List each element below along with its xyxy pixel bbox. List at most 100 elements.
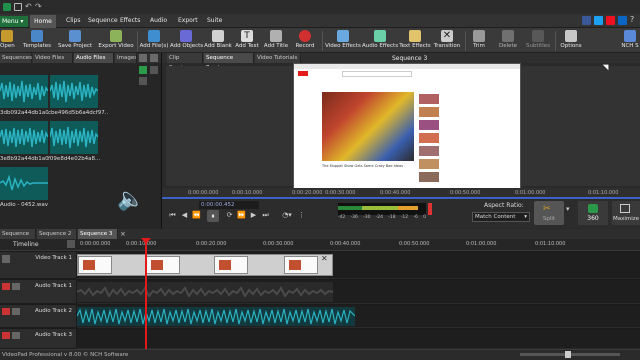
track-header[interactable]: Video Track 1 xyxy=(0,252,76,279)
add-text-button[interactable]: T Add Text xyxy=(234,29,260,53)
add-media-icon[interactable] xyxy=(139,66,147,74)
tab-sequence-1[interactable]: Sequence 1 xyxy=(0,229,36,247)
tab-suite[interactable]: Suite xyxy=(207,16,222,26)
tab-clip-preview[interactable]: Clip Preview xyxy=(167,53,203,71)
media-item-thumbnail[interactable] xyxy=(50,75,98,108)
undo-icon[interactable]: ↶ xyxy=(25,2,32,11)
export-video-button[interactable]: Export Video xyxy=(98,29,134,53)
seek-progress[interactable] xyxy=(162,197,640,199)
facebook-icon[interactable] xyxy=(582,16,591,25)
mute-icon[interactable] xyxy=(2,308,10,315)
save-project-button[interactable]: Save Project xyxy=(57,29,93,53)
clip-close-icon[interactable]: ✕ xyxy=(321,254,328,263)
pause-button[interactable]: ⏸ xyxy=(207,210,219,222)
add-title-button[interactable]: Add Title xyxy=(262,29,290,53)
tab-video-tutorials[interactable]: Video Tutorials xyxy=(255,53,301,63)
options-button[interactable]: Options xyxy=(558,29,584,53)
go-end-icon[interactable]: ⏭ xyxy=(261,211,270,220)
video-effects-button[interactable]: Video Effects xyxy=(325,29,361,53)
mute-icon[interactable] xyxy=(2,283,10,290)
close-tab-icon[interactable]: × xyxy=(120,230,126,238)
suggested-thumb xyxy=(419,133,439,143)
tab-sequence-preview[interactable]: Sequence Preview xyxy=(204,53,254,71)
step-forward-icon[interactable]: ▶ xyxy=(249,211,258,220)
tab-home[interactable]: Home xyxy=(30,15,56,28)
add-objects-button[interactable]: Add Objects xyxy=(170,29,203,53)
templates-button[interactable]: Templates xyxy=(22,29,52,53)
linkedin-icon[interactable] xyxy=(618,16,627,25)
video-title-text: The Muppet Show Gets Some Crazy Bad Idea… xyxy=(322,164,404,168)
media-item-label: cbe496d5b6a4dcf97... xyxy=(48,110,108,116)
view-grid-icon[interactable] xyxy=(139,77,147,85)
track-header[interactable]: Audio Track 2 xyxy=(0,305,76,328)
solo-icon[interactable] xyxy=(12,332,20,339)
subtitles-button[interactable]: Subtitles xyxy=(524,29,552,53)
nch-suite-button[interactable]: NCH S xyxy=(620,29,640,53)
transition-button[interactable]: ✕ Transition xyxy=(432,29,462,53)
twitter-icon[interactable] xyxy=(594,16,603,25)
audio-effects-button[interactable]: Audio Effects xyxy=(362,29,398,53)
tab-images[interactable]: Images xyxy=(115,53,137,63)
tab-audio-files[interactable]: Audio Files xyxy=(74,53,114,63)
audio-clip-waveform[interactable] xyxy=(77,282,333,302)
add-file-icon xyxy=(148,30,160,42)
save-quick-icon[interactable] xyxy=(14,3,22,11)
redo-icon[interactable]: ↷ xyxy=(35,2,42,11)
track-header[interactable]: Audio Track 1 xyxy=(0,280,76,304)
panel-close-icon[interactable] xyxy=(150,54,158,62)
suggested-thumb xyxy=(419,107,439,117)
tab-clips[interactable]: Clips xyxy=(66,16,80,26)
solo-icon[interactable] xyxy=(12,283,20,290)
media-item-thumbnail[interactable] xyxy=(50,121,98,154)
audio-clip-waveform[interactable] xyxy=(77,307,355,326)
fast-forward-icon[interactable]: ⏩ xyxy=(237,211,246,220)
mute-icon[interactable] xyxy=(2,332,10,339)
loop-icon[interactable]: ⟳ xyxy=(225,211,234,220)
more-icon[interactable]: ⋮ xyxy=(297,211,306,220)
view-list-icon[interactable] xyxy=(150,66,158,74)
aspect-ratio-select[interactable]: Match Content ▾ xyxy=(472,212,530,222)
zoom-slider-handle[interactable] xyxy=(565,351,571,358)
menu-dropdown[interactable]: Menu ▾ xyxy=(0,16,28,27)
tab-sequence-2[interactable]: Sequence 2 xyxy=(37,229,77,239)
media-item-thumbnail[interactable] xyxy=(0,75,48,108)
solo-icon[interactable] xyxy=(12,308,20,315)
seek-mark: 0:00:20.000 xyxy=(292,190,323,196)
tab-export[interactable]: Export xyxy=(178,16,198,26)
toolbar-divider xyxy=(322,31,323,51)
tab-sequences[interactable]: Sequences xyxy=(0,53,32,63)
clip-thumbnail xyxy=(284,256,318,274)
playhead[interactable] xyxy=(145,240,147,352)
tab-audio[interactable]: Audio xyxy=(150,16,167,26)
step-back-icon[interactable]: ◀ xyxy=(180,211,189,220)
youtube-icon[interactable] xyxy=(606,16,615,25)
media-item-thumbnail[interactable] xyxy=(0,121,48,154)
record-button[interactable]: Record xyxy=(292,29,318,53)
open-button[interactable]: Open xyxy=(0,29,15,53)
ruler-mark: 0:00:30.000 xyxy=(263,241,294,247)
panel-menu-icon[interactable] xyxy=(139,54,147,62)
add-blank-button[interactable]: Add Blank xyxy=(204,29,232,53)
rewind-icon[interactable]: ⏪ xyxy=(192,211,201,220)
eye-icon[interactable] xyxy=(2,255,10,263)
tab-video-files[interactable]: Video Files xyxy=(33,53,73,63)
clip-thumbnail xyxy=(214,256,248,274)
text-effects-button[interactable]: Text Effects xyxy=(399,29,431,53)
add-files-button[interactable]: Add File(s) xyxy=(139,29,169,53)
speaker-icon: 🔈 xyxy=(117,187,145,212)
track-header[interactable]: Audio Track 3 xyxy=(0,329,76,349)
media-item-thumbnail[interactable] xyxy=(0,167,48,200)
timecode-display[interactable]: 0:00:00.452 xyxy=(199,201,259,209)
help-icon[interactable]: ? xyxy=(630,15,634,24)
tab-sequence-3[interactable]: Sequence 3 xyxy=(78,229,118,239)
delete-button[interactable]: Delete xyxy=(496,29,520,53)
tab-sequence[interactable]: Sequence xyxy=(88,16,118,26)
audio-track-lane[interactable] xyxy=(77,329,640,349)
maximize-label: Maximize xyxy=(612,216,640,222)
split-dropdown-icon[interactable]: ▾ xyxy=(566,205,570,213)
trim-button[interactable]: Trim xyxy=(468,29,490,53)
go-start-icon[interactable]: ⏮ xyxy=(168,211,177,220)
speed-icon[interactable]: ◔▾ xyxy=(280,211,294,220)
timeline-settings-icon[interactable] xyxy=(67,240,75,248)
tab-effects[interactable]: Effects xyxy=(120,16,140,26)
